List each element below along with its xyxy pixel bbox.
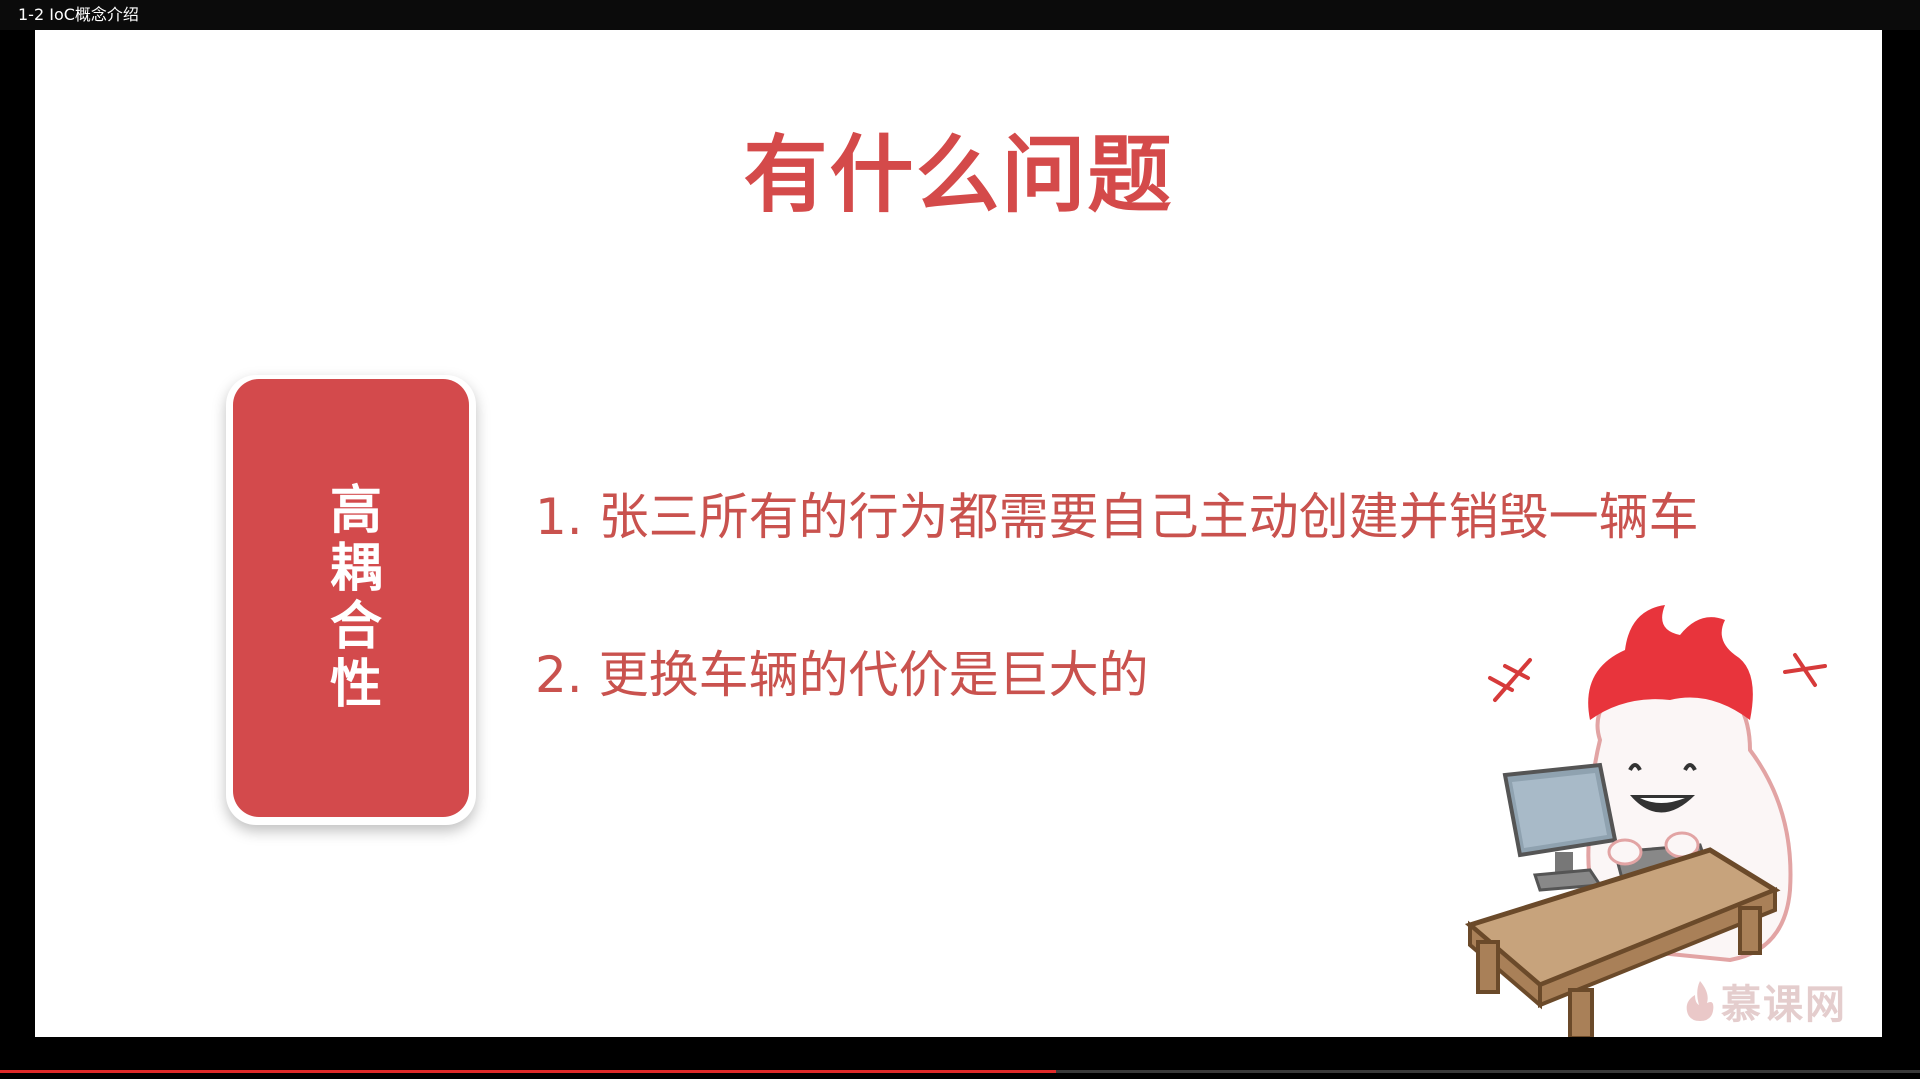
point-1: 1. 张三所有的行为都需要自己主动创建并销毁一辆车 [535,488,1699,546]
logo-text: 慕课网 [1721,982,1847,1028]
slide: 有什么问题 高耦合性 1. 张三所有的行为都需要自己主动创建并销毁一辆车 2. … [35,30,1882,1037]
imooc-logo: 慕课网 [1685,975,1847,1028]
flame-icon [1686,981,1714,1021]
progress-fill [0,1070,1056,1073]
card-label: 高耦合性 [320,482,381,714]
slide-title: 有什么问题 [743,126,1174,224]
concept-card: 高耦合性 [233,379,469,817]
point-2: 2. 更换车辆的代价是巨大的 [535,646,1149,704]
progress-bar[interactable] [0,1070,1920,1073]
mascot-illustration [1464,605,1827,1037]
window-title: 1-2 IoC概念介绍 [18,5,139,24]
window-titlebar: 1-2 IoC概念介绍 [0,0,1920,30]
